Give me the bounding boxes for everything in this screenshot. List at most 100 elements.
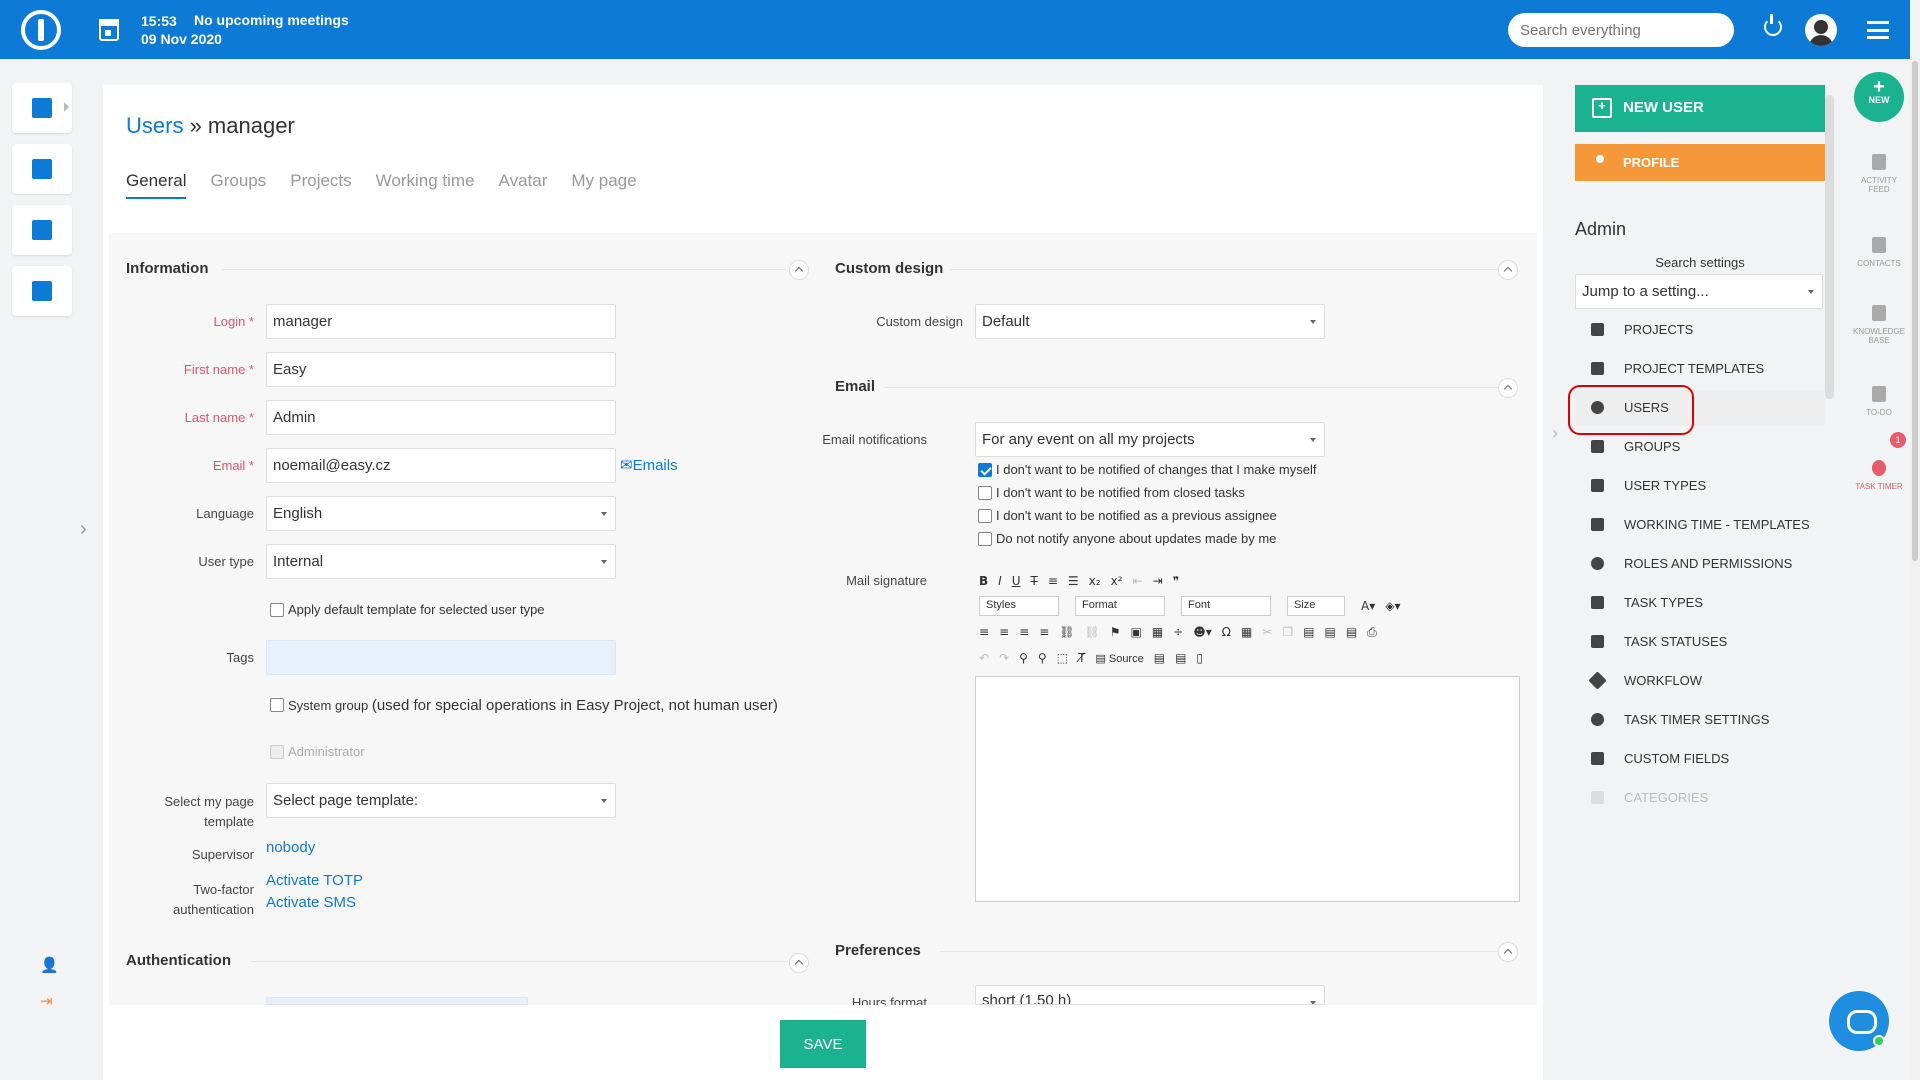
cut-icon[interactable]: ✂ (1262, 625, 1272, 639)
contacts-button[interactable]: CONTACTS (1848, 237, 1910, 268)
sidebar-item-user-types[interactable]: USER TYPES (1575, 468, 1825, 504)
tasks-nav[interactable] (12, 205, 72, 255)
paste-text-icon[interactable]: ▤ (1324, 625, 1335, 639)
tab-projects[interactable]: Projects (290, 171, 351, 199)
subscript-icon[interactable]: x₂ (1089, 574, 1101, 588)
calendar-icon[interactable] (99, 19, 119, 41)
link-icon[interactable]: ⛓ (1059, 625, 1074, 639)
source-button[interactable]: ▤ Source (1095, 652, 1143, 665)
collapse-custom-design-icon[interactable] (1498, 260, 1518, 280)
activate-sms-link[interactable]: Activate SMS (266, 894, 356, 911)
logo-icon[interactable] (21, 10, 61, 50)
undo-icon[interactable]: ↶ (979, 651, 989, 665)
image-icon[interactable]: ▣ (1130, 625, 1141, 639)
paste-icon[interactable]: ▤ (1303, 625, 1314, 639)
auth-field[interactable] (266, 997, 528, 1005)
align-center-icon[interactable]: ≡ (999, 625, 1009, 639)
jump-to-setting-select[interactable]: Jump to a setting... (1575, 274, 1823, 309)
logout-icon[interactable]: ⇥ (40, 992, 53, 1010)
first-name-field[interactable]: Easy (266, 352, 616, 387)
hours-format-select[interactable]: short (1.50 h) (975, 985, 1325, 1005)
indent-icon[interactable]: ⇥ (1153, 574, 1163, 588)
breadcrumb-users-link[interactable]: Users (126, 113, 183, 138)
replace-icon[interactable]: ⚲ (1038, 651, 1047, 665)
new-button[interactable]: + NEW (1854, 72, 1904, 122)
select-all-icon[interactable]: ⬚ (1057, 651, 1068, 665)
bullet-list-icon[interactable]: ☰ (1068, 574, 1079, 588)
styles-dropdown[interactable]: Styles (979, 596, 1059, 616)
text-color-icon[interactable]: A▾ (1361, 599, 1375, 613)
doc-icon[interactable]: ▯ (1196, 651, 1203, 665)
knowledge-base-button[interactable]: KNOWLEDGE BASE (1848, 305, 1910, 345)
supervisor-link[interactable]: nobody (266, 839, 315, 856)
hr-icon[interactable]: ÷ (1173, 625, 1183, 639)
tab-my-page[interactable]: My page (571, 171, 636, 199)
activate-totp-link[interactable]: Activate TOTP (266, 872, 363, 889)
emails-link[interactable]: ✉Emails (620, 456, 678, 474)
format-dropdown[interactable]: Format (1075, 596, 1165, 616)
tab-groups[interactable]: Groups (210, 171, 266, 199)
language-select[interactable]: English (266, 496, 616, 531)
sidebar-item-task-statuses[interactable]: TASK STATUSES (1575, 624, 1825, 660)
sidebar-item-projects[interactable]: PROJECTS (1575, 312, 1825, 348)
login-field[interactable]: manager (266, 304, 616, 339)
dashboard-nav[interactable] (12, 83, 72, 133)
italic-icon[interactable]: I (998, 574, 1002, 588)
collapse-email-icon[interactable] (1498, 378, 1518, 398)
preview-icon[interactable]: ▤ (1154, 651, 1165, 665)
my-page-template-select[interactable]: Select page template: (266, 783, 616, 818)
justify-icon[interactable]: ≡ (1039, 625, 1049, 639)
sidebar-item-project-templates[interactable]: PROJECT TEMPLATES (1575, 351, 1825, 387)
add-user-icon[interactable]: 👤 (40, 956, 59, 974)
expand-chevron-icon[interactable]: › (80, 518, 87, 541)
email-field[interactable]: noemail@easy.cz (266, 448, 616, 483)
anchor-icon[interactable]: ⚑ (1110, 625, 1121, 639)
print-icon[interactable]: ⎙ (1367, 625, 1377, 640)
special-char-icon[interactable]: Ω (1222, 625, 1231, 639)
reports-nav[interactable] (12, 266, 72, 316)
notify-own-changes-checkbox[interactable] (978, 463, 992, 477)
projects-nav[interactable] (12, 144, 72, 194)
tab-avatar[interactable]: Avatar (499, 171, 548, 199)
unlink-icon[interactable]: ⛓ (1084, 625, 1099, 639)
last-name-field[interactable]: Admin (266, 400, 616, 435)
bg-color-icon[interactable]: ◈▾ (1385, 599, 1400, 613)
power-icon[interactable] (1764, 14, 1782, 36)
collapse-information-icon[interactable] (789, 260, 809, 280)
tab-working-time[interactable]: Working time (376, 171, 475, 199)
templates-icon[interactable]: ▤ (1175, 651, 1186, 665)
sidebar-item-workflow[interactable]: WORKFLOW (1575, 663, 1825, 699)
task-timer-button[interactable]: TASK TIMER (1848, 460, 1910, 491)
sidebar-item-roles-permissions[interactable]: ROLES AND PERMISSIONS (1575, 546, 1825, 582)
bold-icon[interactable]: B (979, 574, 988, 588)
find-icon[interactable]: ⚲ (1019, 651, 1028, 665)
emoji-icon[interactable]: ☻▾ (1193, 625, 1212, 639)
numbered-list-icon[interactable]: ≡ (1048, 574, 1058, 588)
superscript-icon[interactable]: x² (1111, 574, 1123, 588)
sidebar-scrollbar[interactable] (1825, 95, 1834, 399)
remove-format-icon[interactable]: T̸ (1078, 651, 1085, 665)
quote-icon[interactable]: ❞ (1173, 574, 1179, 588)
copy-icon[interactable]: ❐ (1282, 625, 1293, 639)
collapse-authentication-icon[interactable] (789, 953, 809, 973)
todo-button[interactable]: TO-DO (1848, 386, 1910, 417)
widget-icon[interactable]: ▦ (1241, 625, 1252, 639)
profile-button[interactable]: PROFILE (1575, 144, 1825, 181)
outdent-icon[interactable]: ⇤ (1133, 574, 1143, 588)
table-icon[interactable]: ▦ (1152, 625, 1163, 639)
underline-icon[interactable]: U (1012, 574, 1021, 588)
paste-word-icon[interactable]: ▤ (1346, 625, 1357, 639)
apply-template-checkbox[interactable] (270, 603, 284, 617)
sidebar-item-custom-fields[interactable]: CUSTOM FIELDS (1575, 741, 1825, 777)
collapse-preferences-icon[interactable] (1498, 942, 1518, 962)
sidebar-item-task-timer-settings[interactable]: TASK TIMER SETTINGS (1575, 702, 1825, 738)
size-dropdown[interactable]: Size (1287, 596, 1345, 616)
notify-closed-tasks-checkbox[interactable] (978, 486, 992, 500)
align-right-icon[interactable]: ≡ (1019, 625, 1029, 639)
sidebar-item-working-time-templates[interactable]: WORKING TIME - TEMPLATES (1575, 507, 1825, 543)
sidebar-toggle-icon[interactable]: › (1552, 423, 1558, 444)
font-dropdown[interactable]: Font (1181, 596, 1271, 616)
tags-input[interactable] (266, 640, 616, 675)
custom-design-select[interactable]: Default (975, 304, 1325, 339)
email-notifications-select[interactable]: For any event on all my projects (975, 422, 1325, 457)
